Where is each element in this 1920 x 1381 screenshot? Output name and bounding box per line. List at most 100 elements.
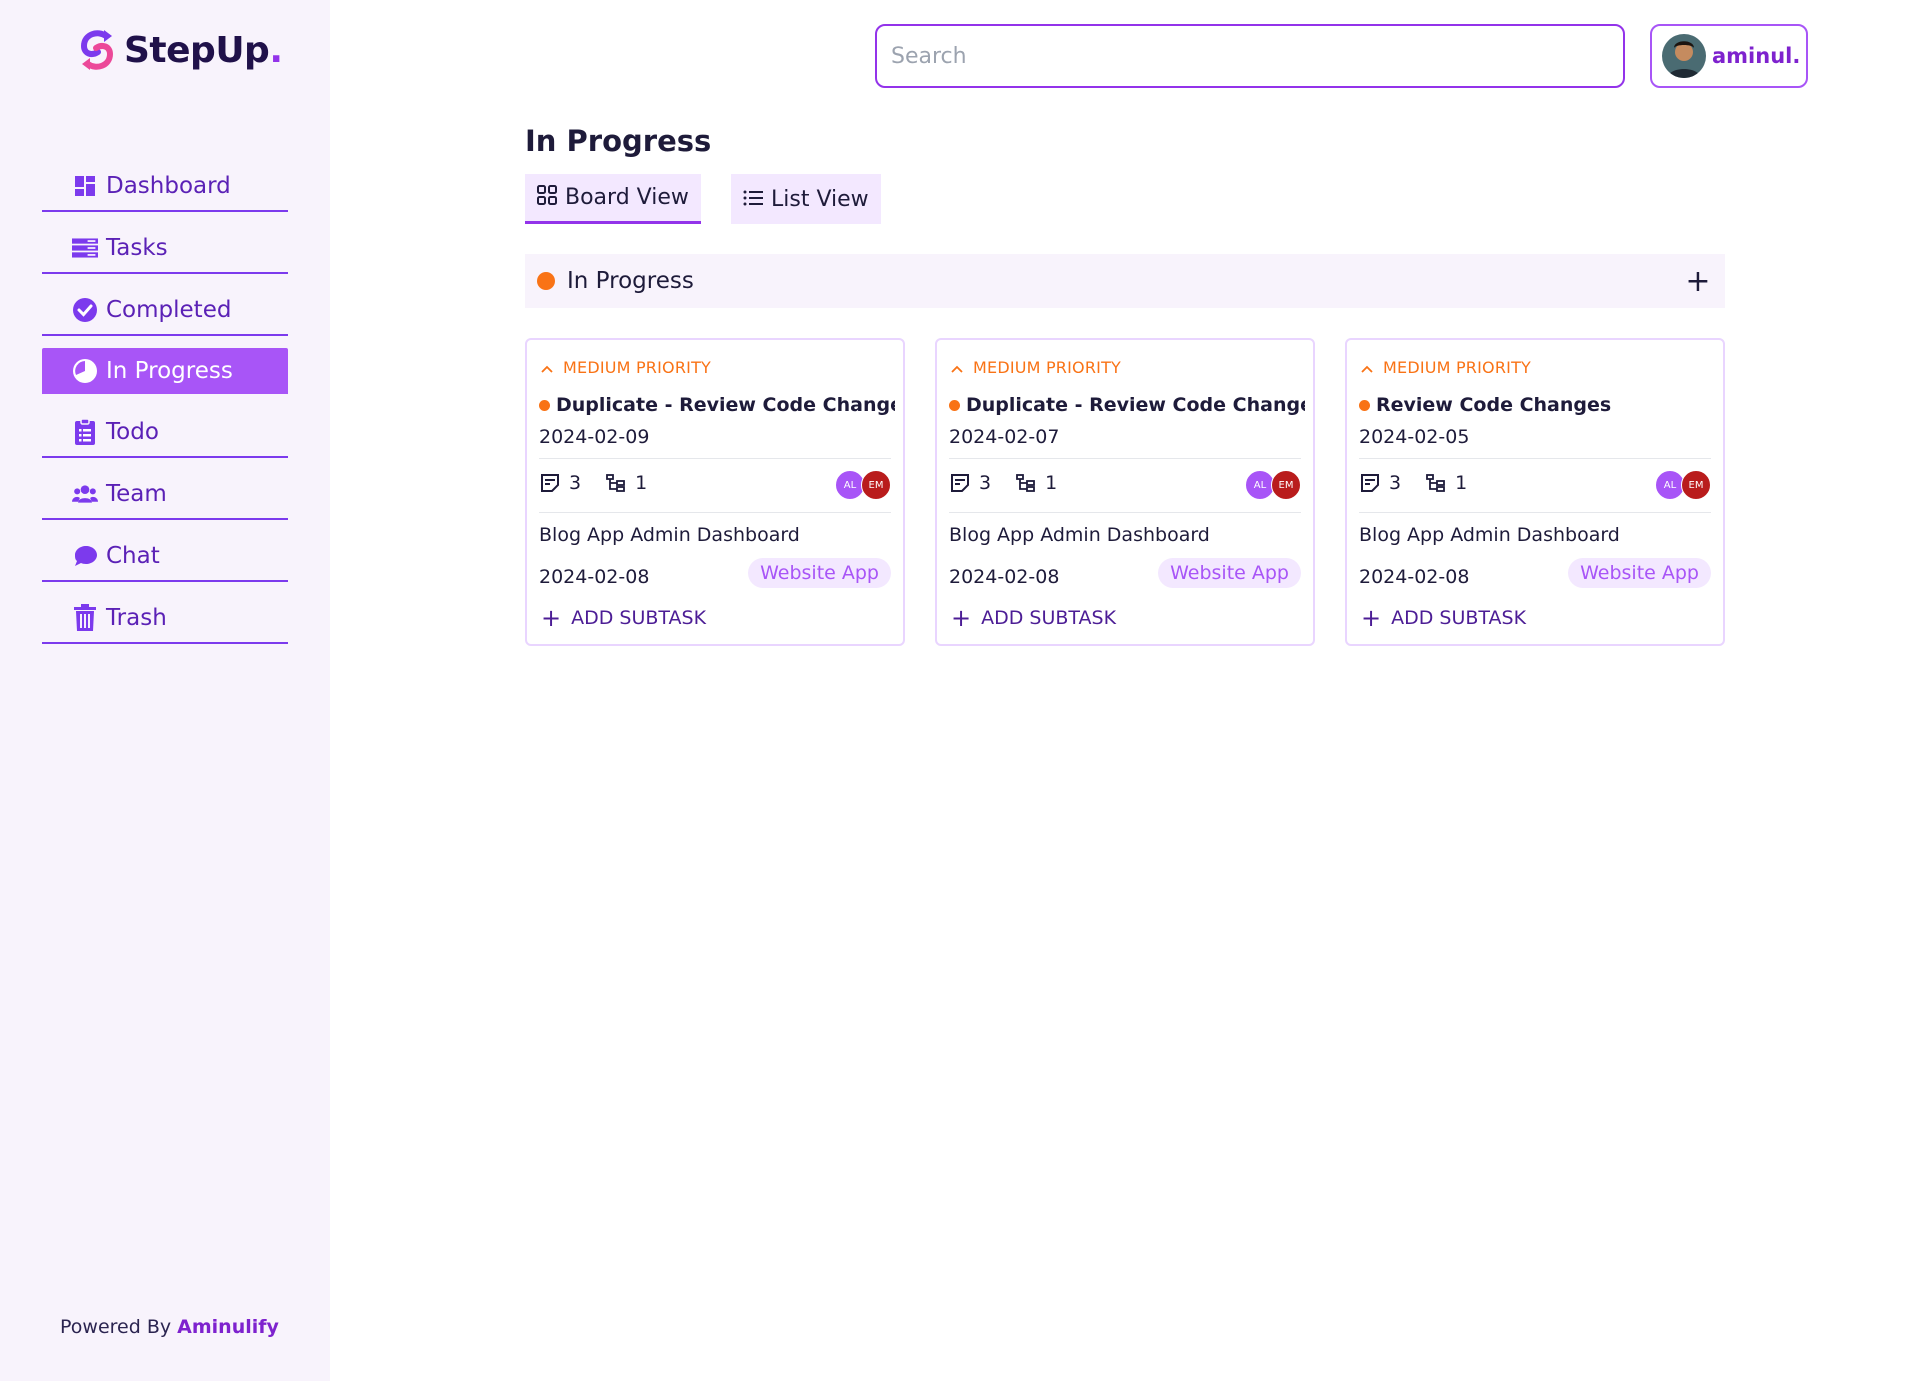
task-card[interactable]: MEDIUM PRIORITY Duplicate - Review Code … xyxy=(935,338,1315,646)
sidebar: StepUp. Dashboard Tasks Completed In Pro… xyxy=(0,0,330,1381)
avatar xyxy=(1662,34,1706,78)
avatar[interactable]: EM xyxy=(1271,470,1301,500)
notes-count: 3 xyxy=(569,472,582,494)
chevron-up-icon xyxy=(951,358,963,377)
notes-icon xyxy=(949,472,971,494)
avatar[interactable]: EM xyxy=(1681,470,1711,500)
sidebar-item-in-progress[interactable]: In Progress xyxy=(42,348,288,396)
add-subtask-label: ADD SUBTASK xyxy=(1391,607,1527,629)
task-meta: 3 1 xyxy=(539,472,647,494)
footer-brand-link[interactable]: Aminulify xyxy=(177,1316,279,1338)
subtask-count: 1 xyxy=(1045,472,1058,494)
divider xyxy=(949,512,1301,513)
status-dot xyxy=(537,272,555,290)
status-group-label: In Progress xyxy=(567,268,694,294)
chat-bubble-icon xyxy=(72,543,98,569)
task-card[interactable]: MEDIUM PRIORITY Duplicate - Review Code … xyxy=(525,338,905,646)
divider xyxy=(539,512,891,513)
dashboard-icon xyxy=(72,173,98,199)
sidebar-item-label: Completed xyxy=(106,297,232,323)
chevron-up-icon xyxy=(541,358,553,377)
page-title: In Progress xyxy=(525,124,712,158)
list-icon xyxy=(743,187,763,212)
task-title[interactable]: Duplicate - Review Code Change... xyxy=(539,394,895,416)
priority-text: MEDIUM PRIORITY xyxy=(1383,358,1532,377)
subtask-tree-icon xyxy=(1015,472,1037,494)
user-name: aminul. xyxy=(1712,44,1801,68)
project-date: 2024-02-08 xyxy=(539,566,650,588)
avatar[interactable]: EM xyxy=(861,470,891,500)
tab-label: List View xyxy=(771,186,869,212)
assignee-avatars: AL EM xyxy=(835,470,891,500)
project-date: 2024-02-08 xyxy=(949,566,1060,588)
add-subtask-button[interactable]: + ADD SUBTASK xyxy=(1361,606,1526,630)
sidebar-item-label: Team xyxy=(106,481,167,507)
divider xyxy=(1359,458,1711,459)
subtask-count: 1 xyxy=(635,472,648,494)
tasks-icon xyxy=(72,235,98,261)
task-date: 2024-02-07 xyxy=(949,426,1060,448)
divider xyxy=(949,458,1301,459)
divider xyxy=(1359,512,1711,513)
sidebar-item-todo[interactable]: Todo xyxy=(42,408,288,458)
user-profile-button[interactable]: aminul. xyxy=(1650,24,1808,88)
add-subtask-button[interactable]: + ADD SUBTASK xyxy=(541,606,706,630)
users-icon xyxy=(72,481,98,507)
app-name: StepUp. xyxy=(124,29,283,71)
add-subtask-label: ADD SUBTASK xyxy=(981,607,1117,629)
sidebar-item-label: Chat xyxy=(106,543,160,569)
footer-prefix: Powered By xyxy=(60,1316,172,1338)
add-task-button[interactable]: + xyxy=(1683,264,1713,299)
trash-icon xyxy=(72,604,98,631)
project-name: Blog App Admin Dashboard xyxy=(539,524,800,546)
tab-list-view[interactable]: List View xyxy=(731,174,881,224)
status-dot xyxy=(539,399,550,411)
assignee-avatars: AL EM xyxy=(1245,470,1301,500)
priority-text: MEDIUM PRIORITY xyxy=(973,358,1122,377)
sidebar-item-completed[interactable]: Completed xyxy=(42,286,288,336)
priority-label: MEDIUM PRIORITY xyxy=(1361,358,1531,377)
app-logo[interactable]: StepUp. xyxy=(76,28,283,72)
sidebar-item-trash[interactable]: Trash xyxy=(42,594,288,644)
sidebar-nav: Dashboard Tasks Completed In Progress To… xyxy=(42,162,288,656)
plus-icon: + xyxy=(1361,604,1382,632)
assignee-avatars: AL EM xyxy=(1655,470,1711,500)
project-date: 2024-02-08 xyxy=(1359,566,1470,588)
add-subtask-label: ADD SUBTASK xyxy=(571,607,707,629)
sidebar-item-label: Trash xyxy=(106,605,167,631)
project-tag: Website App xyxy=(1568,558,1711,588)
plus-icon: + xyxy=(951,604,972,632)
footer-credit: Powered By Aminulify xyxy=(60,1316,279,1338)
subtask-count: 1 xyxy=(1455,472,1468,494)
sidebar-item-label: Todo xyxy=(106,419,159,445)
task-meta: 3 1 xyxy=(1359,472,1467,494)
priority-label: MEDIUM PRIORITY xyxy=(951,358,1121,377)
sidebar-item-chat[interactable]: Chat xyxy=(42,532,288,582)
check-circle-icon xyxy=(72,297,98,323)
task-card[interactable]: MEDIUM PRIORITY Review Code Changes 2024… xyxy=(1345,338,1725,646)
add-subtask-button[interactable]: + ADD SUBTASK xyxy=(951,606,1116,630)
task-title[interactable]: Duplicate - Review Code Change... xyxy=(949,394,1305,416)
sidebar-item-dashboard[interactable]: Dashboard xyxy=(42,162,288,212)
task-meta: 3 1 xyxy=(949,472,1057,494)
divider xyxy=(539,458,891,459)
project-name: Blog App Admin Dashboard xyxy=(949,524,1210,546)
sidebar-item-team[interactable]: Team xyxy=(42,470,288,520)
task-title[interactable]: Review Code Changes xyxy=(1359,394,1715,416)
status-dot xyxy=(1359,399,1370,411)
tab-board-view[interactable]: Board View xyxy=(525,174,701,224)
sidebar-item-tasks[interactable]: Tasks xyxy=(42,224,288,274)
progress-clock-icon xyxy=(72,358,98,384)
task-title-text: Duplicate - Review Code Change... xyxy=(556,394,895,416)
project-tag: Website App xyxy=(748,558,891,588)
grid-icon xyxy=(537,184,557,211)
search-input[interactable] xyxy=(875,24,1625,88)
project-tag: Website App xyxy=(1158,558,1301,588)
sidebar-item-label: Tasks xyxy=(106,235,168,261)
status-group-header: In Progress + xyxy=(525,254,1725,308)
task-title-text: Review Code Changes xyxy=(1376,394,1612,416)
notes-icon xyxy=(1359,472,1381,494)
chevron-up-icon xyxy=(1361,358,1373,377)
priority-label: MEDIUM PRIORITY xyxy=(541,358,711,377)
task-date: 2024-02-05 xyxy=(1359,426,1470,448)
